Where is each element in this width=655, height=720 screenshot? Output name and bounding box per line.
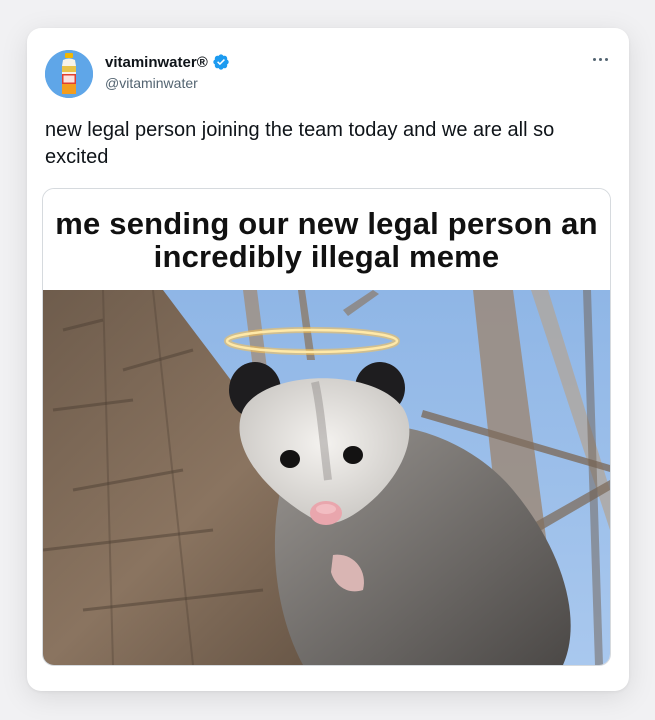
more-dot [592, 57, 596, 61]
author-name[interactable]: vitaminwater® [105, 54, 208, 71]
tweet-media[interactable]: me sending our new legal person an incre… [42, 188, 611, 666]
verified-badge-icon [213, 54, 229, 70]
tweet-text: new legal person joining the team today … [45, 119, 555, 168]
author-row: vitaminwater® [105, 53, 230, 71]
meme-caption: me sending our new legal person an incre… [55, 205, 598, 274]
more-options-icon[interactable] [589, 52, 611, 66]
author-handle[interactable]: @vitaminwater [105, 75, 198, 91]
opossum-photo [43, 290, 610, 665]
tweet-card: vitaminwater® @vitaminwater new legal pe… [27, 28, 629, 691]
meme-caption-band: me sending our new legal person an incre… [43, 189, 610, 290]
vitaminwater-bottle-icon [45, 50, 93, 98]
more-dot [604, 57, 608, 61]
more-dot [598, 57, 602, 61]
avatar[interactable] [45, 50, 93, 98]
